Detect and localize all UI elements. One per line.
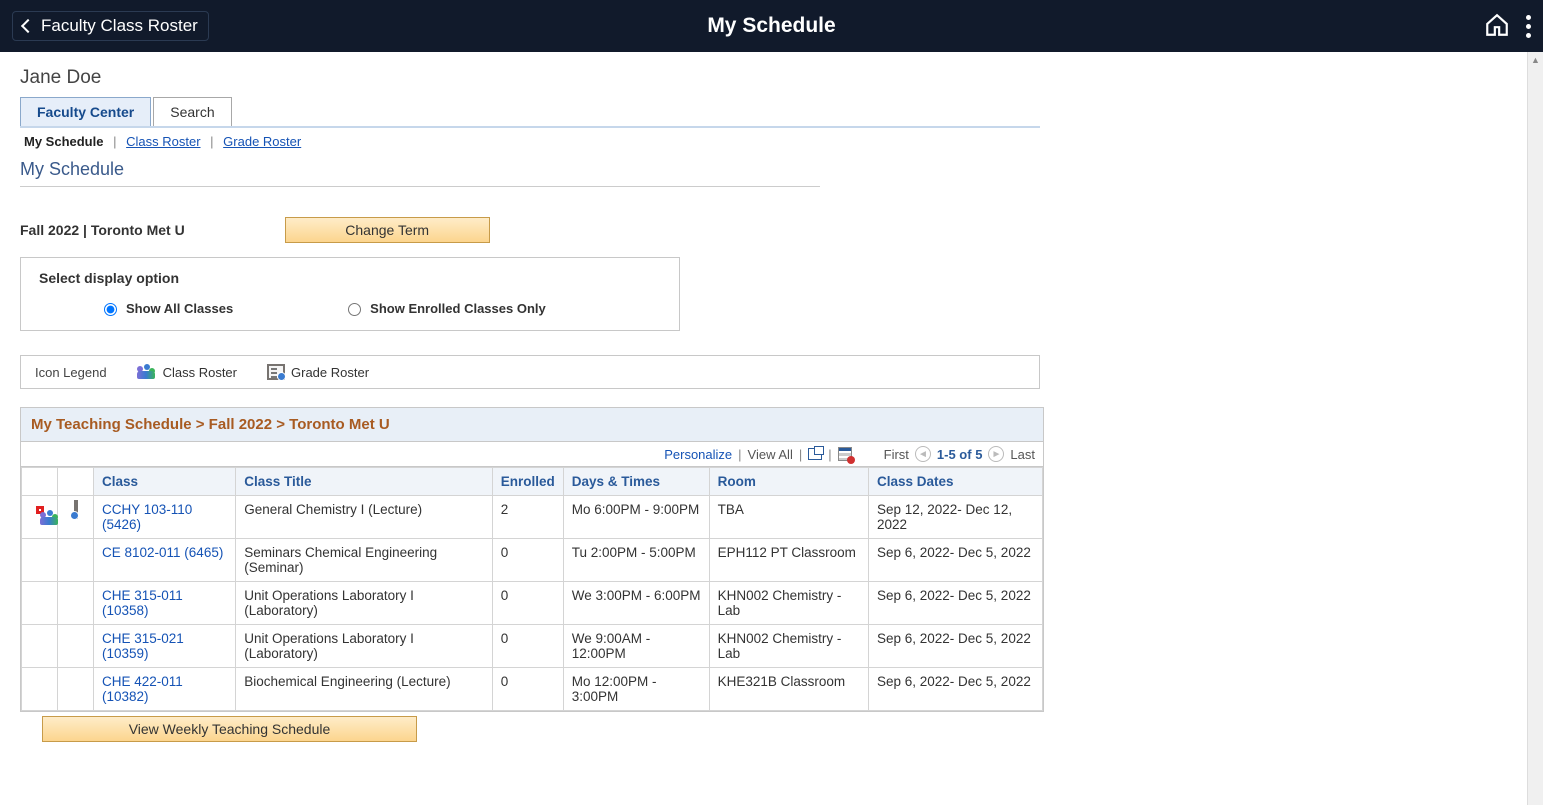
class-roster-icon[interactable] — [36, 506, 44, 514]
vertical-scrollbar[interactable]: ▲ — [1527, 52, 1543, 805]
cell-room: EPH112 PT Classroom — [709, 539, 868, 582]
radio-show-enrolled[interactable]: Show Enrolled Classes Only — [343, 300, 546, 316]
class-link[interactable]: CHE 422-011 (10382) — [102, 674, 183, 704]
cell-days: Tu 2:00PM - 5:00PM — [563, 539, 709, 582]
pager-next[interactable]: ► — [988, 446, 1004, 462]
radio-show-all-label: Show All Classes — [126, 301, 233, 316]
class-link[interactable]: CE 8102-011 (6465) — [102, 545, 223, 560]
top-bar: Faculty Class Roster My Schedule — [0, 0, 1543, 52]
section-title: My Teaching Schedule > Fall 2022 > Toron… — [21, 408, 1043, 442]
download-icon[interactable] — [838, 447, 852, 461]
subnav-grade-roster[interactable]: Grade Roster — [223, 134, 301, 149]
cell-room: KHN002 Chemistry - Lab — [709, 625, 868, 668]
cell-dates: Sep 6, 2022- Dec 5, 2022 — [868, 625, 1042, 668]
page-heading: My Schedule — [20, 159, 820, 187]
table-controls: Personalize | View All | | First ◄ 1-5 o… — [21, 442, 1043, 467]
cell-days: We 3:00PM - 6:00PM — [563, 582, 709, 625]
col-class-dates[interactable]: Class Dates — [868, 468, 1042, 496]
table-row: CCHY 103-110 (5426) General Chemistry I (… — [22, 496, 1043, 539]
sub-nav: My Schedule | Class Roster | Grade Roste… — [20, 128, 1040, 155]
cell-dates: Sep 6, 2022- Dec 5, 2022 — [868, 539, 1042, 582]
back-label: Faculty Class Roster — [41, 16, 198, 36]
legend-class-roster: Class Roster — [163, 365, 237, 380]
change-term-button[interactable]: Change Term — [285, 217, 490, 243]
cell-title: Biochemical Engineering (Lecture) — [236, 668, 492, 711]
subnav-class-roster[interactable]: Class Roster — [126, 134, 200, 149]
display-option-title: Select display option — [39, 270, 661, 286]
back-button[interactable]: Faculty Class Roster — [12, 11, 209, 41]
pager-last[interactable]: Last — [1010, 447, 1035, 462]
cell-days: Mo 6:00PM - 9:00PM — [563, 496, 709, 539]
schedule-table: Class Class Title Enrolled Days & Times … — [21, 467, 1043, 711]
tab-search[interactable]: Search — [153, 97, 231, 126]
personalize-link[interactable]: Personalize — [664, 447, 732, 462]
term-label: Fall 2022 | Toronto Met U — [20, 222, 185, 238]
radio-show-enrolled-label: Show Enrolled Classes Only — [370, 301, 546, 316]
cell-enrolled: 2 — [492, 496, 563, 539]
icon-legend: Icon Legend Class Roster Grade Roster — [20, 355, 1040, 389]
table-row: CHE 422-011 (10382) Biochemical Engineeri… — [22, 668, 1043, 711]
cell-title: Unit Operations Laboratory I (Laboratory… — [236, 625, 492, 668]
table-row: CHE 315-021 (10359) Unit Operations Labor… — [22, 625, 1043, 668]
cell-title: Unit Operations Laboratory I (Laboratory… — [236, 582, 492, 625]
cell-title: General Chemistry I (Lecture) — [236, 496, 492, 539]
cell-dates: Sep 6, 2022- Dec 5, 2022 — [868, 668, 1042, 711]
cell-enrolled: 0 — [492, 668, 563, 711]
col-days-times[interactable]: Days & Times — [563, 468, 709, 496]
cell-room: TBA — [709, 496, 868, 539]
subnav-my-schedule[interactable]: My Schedule — [24, 134, 103, 149]
kebab-menu-icon[interactable] — [1526, 15, 1531, 38]
class-link[interactable]: CCHY 103-110 (5426) — [102, 502, 192, 532]
table-row: CE 8102-011 (6465) Seminars Chemical Engi… — [22, 539, 1043, 582]
radio-show-all-input[interactable] — [104, 303, 117, 316]
pager-first[interactable]: First — [884, 447, 909, 462]
zoom-icon[interactable] — [808, 448, 822, 460]
cell-room: KHN002 Chemistry - Lab — [709, 582, 868, 625]
grade-roster-icon[interactable] — [74, 500, 78, 519]
col-class[interactable]: Class — [94, 468, 236, 496]
legend-title: Icon Legend — [35, 365, 107, 380]
user-name: Jane Doe — [20, 67, 1040, 89]
cell-days: We 9:00AM - 12:00PM — [563, 625, 709, 668]
primary-tabs: Faculty Center Search — [20, 97, 1040, 128]
pager-range: 1-5 of 5 — [937, 447, 983, 462]
page-title: My Schedule — [707, 14, 835, 38]
table-row: CHE 315-011 (10358) Unit Operations Labor… — [22, 582, 1043, 625]
home-icon[interactable] — [1484, 12, 1510, 41]
col-enrolled[interactable]: Enrolled — [492, 468, 563, 496]
cell-dates: Sep 6, 2022- Dec 5, 2022 — [868, 582, 1042, 625]
cell-dates: Sep 12, 2022- Dec 12, 2022 — [868, 496, 1042, 539]
class-roster-icon — [137, 364, 157, 380]
tab-faculty-center[interactable]: Faculty Center — [20, 97, 151, 126]
col-room[interactable]: Room — [709, 468, 868, 496]
cell-title: Seminars Chemical Engineering (Seminar) — [236, 539, 492, 582]
class-link[interactable]: CHE 315-021 (10359) — [102, 631, 184, 661]
cell-enrolled: 0 — [492, 582, 563, 625]
view-all-link[interactable]: View All — [748, 447, 793, 462]
class-link[interactable]: CHE 315-011 (10358) — [102, 588, 183, 618]
cell-enrolled: 0 — [492, 539, 563, 582]
col-class-title[interactable]: Class Title — [236, 468, 492, 496]
legend-grade-roster: Grade Roster — [291, 365, 369, 380]
cell-enrolled: 0 — [492, 625, 563, 668]
grade-roster-icon — [267, 364, 285, 380]
cell-days: Mo 12:00PM - 3:00PM — [563, 668, 709, 711]
pager-prev[interactable]: ◄ — [915, 446, 931, 462]
scroll-up-icon[interactable]: ▲ — [1528, 52, 1543, 68]
chevron-left-icon — [21, 19, 35, 33]
view-weekly-button[interactable]: View Weekly Teaching Schedule — [42, 716, 417, 742]
radio-show-all[interactable]: Show All Classes — [99, 300, 233, 316]
cell-room: KHE321B Classroom — [709, 668, 868, 711]
display-option-box: Select display option Show All Classes S… — [20, 257, 680, 331]
radio-show-enrolled-input[interactable] — [348, 303, 361, 316]
teaching-schedule-section: My Teaching Schedule > Fall 2022 > Toron… — [20, 407, 1044, 712]
